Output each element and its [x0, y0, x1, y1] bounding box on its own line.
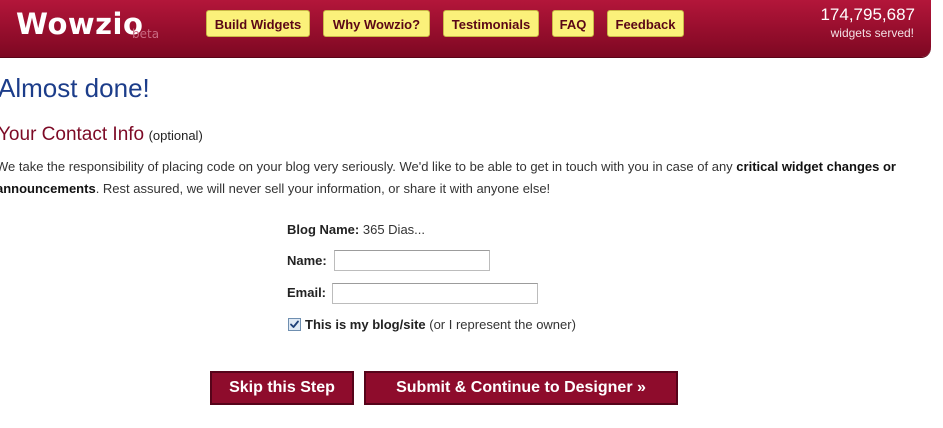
blog-name-value: 365 Dias...	[362, 222, 426, 237]
nav-build-widgets-button[interactable]: Build Widgets	[206, 10, 310, 37]
owner-label-rest: (or I represent the owner)	[425, 317, 576, 332]
name-label: Name:	[287, 253, 327, 268]
name-input[interactable]	[334, 250, 490, 271]
nav-feedback-button[interactable]: Feedback	[607, 10, 684, 37]
email-row-label-wrap: Email:	[287, 283, 326, 303]
blog-name-label: Blog Name:	[287, 222, 360, 237]
submit-continue-button[interactable]: Submit & Continue to Designer »	[364, 371, 678, 405]
intro-text-part-1: We take the responsibility of placing co…	[0, 159, 737, 174]
intro-paragraph: We take the responsibility of placing co…	[0, 156, 936, 200]
page: Wowzio beta Build Widgets Why Wowzio? Te…	[0, 0, 943, 428]
owner-checkbox[interactable]	[288, 318, 301, 331]
contact-info-heading: Your Contact Info (optional)	[0, 122, 203, 149]
skip-step-button[interactable]: Skip this Step	[210, 371, 354, 405]
name-row-label-wrap: Name:	[287, 251, 327, 271]
wowzio-logo[interactable]: Wowzio	[16, 4, 143, 44]
checkmark-icon	[290, 320, 299, 328]
owner-checkbox-label[interactable]: This is my blog/site (or I represent the…	[305, 315, 576, 335]
section-optional-note: (optional)	[148, 128, 203, 143]
header-bar: Wowzio beta Build Widgets Why Wowzio? Te…	[0, 0, 931, 57]
page-title: Almost done!	[0, 73, 150, 103]
logo-beta-badge: beta	[132, 27, 160, 41]
blog-name-row: Blog Name: 365 Dias...	[287, 220, 425, 240]
section-title: Your Contact Info	[0, 124, 145, 145]
email-input[interactable]	[332, 283, 538, 304]
widgets-served-label: widgets served!	[830, 26, 914, 40]
email-label: Email:	[287, 285, 327, 300]
nav-faq-button[interactable]: FAQ	[552, 10, 594, 37]
intro-text-part-2: . Rest assured, we will never sell your …	[95, 181, 551, 196]
owner-label-bold: This is my blog/site	[305, 317, 426, 332]
nav-testimonials-button[interactable]: Testimonials	[443, 10, 539, 37]
widgets-served-count: 174,795,687	[820, 5, 915, 24]
nav-why-wowzio-button[interactable]: Why Wowzio?	[323, 10, 430, 37]
